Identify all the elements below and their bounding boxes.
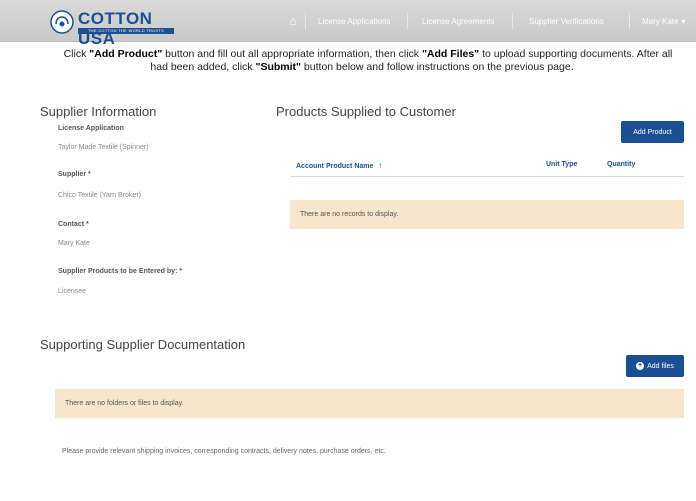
nav-divider	[512, 13, 513, 29]
documentation-section-title: Supporting Supplier Documentation	[40, 337, 246, 352]
nav-license-applications[interactable]: License Applications	[318, 0, 391, 42]
nav-home[interactable]: ⌂	[282, 0, 304, 42]
user-menu-label: Mary Kate	[642, 16, 679, 26]
contact-value: Mary Kate	[58, 240, 90, 247]
product-name-header-label: Account Product Name	[296, 163, 374, 170]
supplier-value: Chico Textile (Yarn Broker)	[58, 192, 141, 199]
table-header-divider	[290, 176, 684, 177]
license-application-value: Taylor Made Textile (Spinner)	[58, 144, 149, 151]
contact-label: Contact *	[58, 221, 89, 228]
add-product-button[interactable]: Add Product	[621, 121, 684, 143]
documentation-note: Please provide relevant shipping invoice…	[62, 448, 386, 455]
plus-circle-icon: +	[636, 362, 645, 370]
nav-divider	[407, 13, 408, 29]
add-files-button[interactable]: + Add files	[626, 355, 684, 377]
products-empty-message: There are no records to display.	[290, 200, 684, 229]
nav-divider	[629, 13, 630, 29]
supplier-information-title: Supplier Information	[40, 104, 157, 119]
instructions-line-1: Click "Add Product" button and fill out …	[63, 48, 673, 60]
top-navigation-bar: COTTON USA THE COTTON THE WORLD TRUSTS ⌂…	[0, 0, 696, 48]
column-header-unit-type[interactable]: Unit Type	[546, 161, 577, 168]
supplier-label: Supplier *	[58, 171, 91, 178]
page-instructions: Click "Add Product" button and fill out …	[40, 48, 696, 74]
nav-supplier-verifications[interactable]: Supplier Verifications	[529, 0, 604, 42]
sort-ascending-icon: ↑	[378, 161, 383, 170]
logo-tagline: THE COTTON THE WORLD TRUSTS	[78, 28, 174, 34]
nav-divider	[305, 13, 306, 29]
column-header-quantity[interactable]: Quantity	[607, 161, 635, 168]
cotton-logo-icon	[50, 10, 74, 34]
add-files-label: Add files	[647, 362, 674, 370]
products-entered-by-label: Supplier Products to be Entered by: *	[58, 268, 183, 275]
files-empty-message: There are no folders or files to display…	[55, 389, 684, 418]
nav-license-agreements[interactable]: License Agreements	[422, 0, 495, 42]
products-entered-by-value: Licensee	[58, 288, 87, 295]
cotton-usa-logo[interactable]: COTTON USA THE COTTON THE WORLD TRUSTS	[50, 8, 180, 48]
license-application-label: License Application	[58, 125, 124, 132]
instructions-line-2: had been added, click "Submit" button be…	[150, 61, 574, 73]
home-icon: ⌂	[289, 14, 297, 28]
column-header-product-name[interactable]: Account Product Name ↑	[296, 161, 382, 170]
chevron-down-icon: ▾	[681, 16, 686, 26]
user-menu[interactable]: Mary Kate ▾	[642, 0, 685, 42]
products-section-title: Products Supplied to Customer	[276, 104, 456, 119]
